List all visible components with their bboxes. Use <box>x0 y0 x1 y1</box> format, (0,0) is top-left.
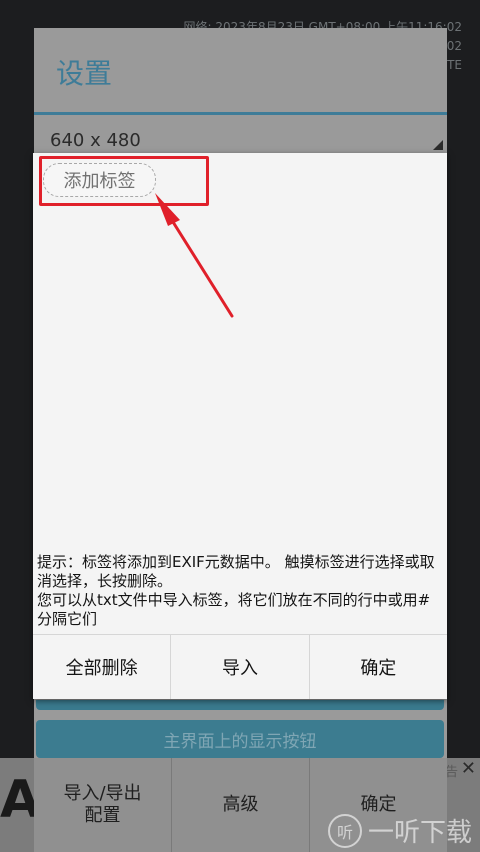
annotation-arrow-icon <box>155 193 234 318</box>
